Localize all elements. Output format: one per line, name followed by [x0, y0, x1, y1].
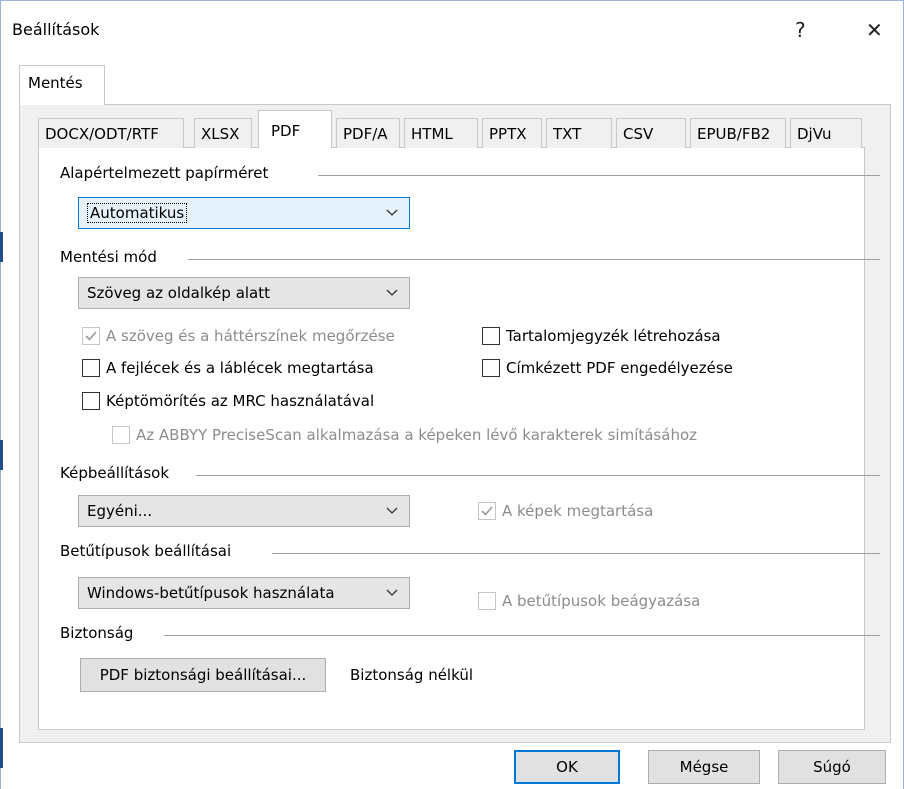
pdf-security-button[interactable]: PDF biztonsági beállításai...: [80, 658, 326, 692]
window-edge-mark: [0, 440, 3, 470]
security-status: Biztonság nélkül: [350, 666, 473, 684]
precisescan-label: Az ABBYY PreciseScan alkalmazása a képek…: [136, 426, 697, 444]
tab-txt[interactable]: TXT: [546, 118, 612, 148]
window-border-left: [0, 0, 1, 789]
help-icon[interactable]: ?: [795, 18, 806, 42]
font-settings-select[interactable]: Windows-betűtípusok használata: [78, 577, 410, 609]
tagged-pdf-checkbox[interactable]: [482, 359, 500, 377]
tab-html[interactable]: HTML: [404, 118, 478, 148]
save-mode-group-label: Mentési mód: [60, 248, 157, 266]
ok-button[interactable]: OK: [514, 750, 620, 784]
keep-images-label: A képek megtartása: [502, 502, 654, 520]
mrc-label: Képtömörítés az MRC használatával: [106, 392, 375, 410]
tab-epub[interactable]: EPUB/FB2: [690, 118, 786, 148]
keep-headers-label: A fejlécek és a láblécek megtartása: [106, 359, 374, 377]
keep-images-checkbox[interactable]: [478, 502, 496, 520]
window-title: Beállítások: [12, 20, 100, 39]
mrc-checkbox[interactable]: [82, 392, 100, 410]
save-mode-value: Szöveg az oldalkép alatt: [87, 284, 271, 302]
chevron-down-icon: [386, 589, 398, 596]
chevron-down-icon: [386, 209, 398, 216]
tab-mentes[interactable]: Mentés: [19, 65, 105, 105]
fonts-group-line: [272, 553, 880, 554]
image-settings-value: Egyéni...: [87, 502, 153, 520]
tab-pptx[interactable]: PPTX: [482, 118, 542, 148]
tab-pdf[interactable]: PDF: [258, 110, 332, 148]
save-mode-group-line: [188, 259, 880, 260]
security-group-label: Biztonság: [60, 624, 134, 642]
keep-headers-checkbox[interactable]: [82, 359, 100, 377]
cancel-button[interactable]: Mégse: [648, 750, 760, 784]
keep-colors-label: A szöveg és a háttérszínek megőrzése: [106, 327, 395, 345]
save-mode-select[interactable]: Szöveg az oldalkép alatt: [78, 277, 410, 309]
tab-xlsx[interactable]: XLSX: [194, 118, 252, 148]
security-group-line: [164, 635, 880, 636]
images-group-label: Képbeállítások: [60, 464, 170, 482]
tab-pdfa[interactable]: PDF/A: [336, 118, 400, 148]
chevron-down-icon: [386, 507, 398, 514]
paper-group-line: [318, 175, 880, 176]
toc-checkbox[interactable]: [482, 327, 500, 345]
tagged-pdf-label: Címkézett PDF engedélyezése: [506, 359, 733, 377]
tab-csv[interactable]: CSV: [616, 118, 686, 148]
checkmark-icon: [481, 506, 493, 516]
paper-size-select[interactable]: Automatikus: [78, 197, 410, 229]
image-settings-select[interactable]: Egyéni...: [78, 495, 410, 527]
checkmark-icon: [85, 331, 97, 341]
images-group-line: [196, 475, 880, 476]
chevron-down-icon: [386, 289, 398, 296]
window-edge-mark: [0, 232, 3, 262]
help-button[interactable]: Súgó: [778, 750, 886, 784]
embed-fonts-label: A betűtípusok beágyazása: [502, 592, 701, 610]
font-settings-value: Windows-betűtípusok használata: [87, 584, 335, 602]
close-icon[interactable]: ✕: [866, 18, 883, 42]
toc-label: Tartalomjegyzék létrehozása: [506, 327, 721, 345]
embed-fonts-checkbox[interactable]: [478, 592, 496, 610]
precisescan-checkbox[interactable]: [112, 426, 130, 444]
fonts-group-label: Betűtípusok beállításai: [60, 542, 232, 560]
window-edge-mark: [0, 728, 3, 768]
tab-docx[interactable]: DOCX/ODT/RTF: [38, 118, 184, 148]
window-border-top: [0, 0, 904, 1]
tab-djvu[interactable]: DjVu: [790, 118, 862, 148]
keep-colors-checkbox[interactable]: [82, 327, 100, 345]
paper-group-label: Alapértelmezett papírméret: [60, 164, 269, 182]
paper-size-value: Automatikus: [87, 203, 188, 223]
